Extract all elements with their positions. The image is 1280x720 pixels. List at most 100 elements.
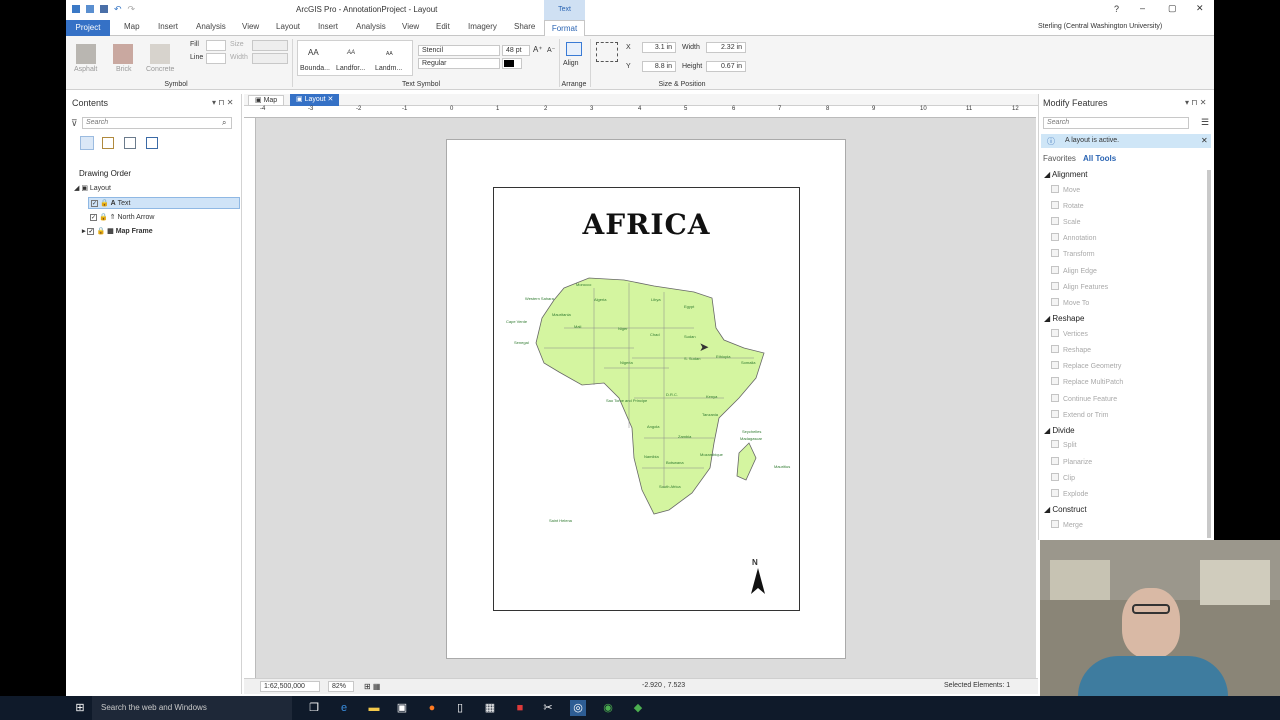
tab-edit[interactable]: Edit <box>436 22 450 31</box>
tool-move[interactable]: Move <box>1051 185 1080 194</box>
app-icon[interactable]: ◆ <box>630 700 646 716</box>
width-input[interactable] <box>252 53 288 64</box>
font-size-dropdown[interactable]: 48 pt <box>502 45 530 56</box>
swatch-brick[interactable] <box>113 44 133 64</box>
north-arrow-icon[interactable] <box>750 568 766 596</box>
minimize-icon[interactable]: – <box>1140 3 1145 13</box>
tab-format[interactable]: Format <box>544 20 585 36</box>
tool-move-to[interactable]: Move To <box>1051 298 1089 307</box>
favorites-link[interactable]: Favorites <box>1043 154 1076 163</box>
grid-icon[interactable]: ⊞ ▦ <box>364 682 380 691</box>
tab-map-view[interactable]: ▣ Map <box>248 95 285 106</box>
windows-start-icon[interactable]: ⊞ <box>72 700 88 716</box>
contents-search-input[interactable]: Search <box>82 117 232 129</box>
align-button[interactable]: Align <box>563 60 579 67</box>
tab-insert-2[interactable]: Insert <box>318 22 338 31</box>
gallery-item-2[interactable]: Landfor... <box>336 65 365 72</box>
text-symbol-gallery[interactable]: AA Bounda... AA Landfor... AA Landm... <box>297 40 413 76</box>
map-title[interactable]: AFRICA <box>494 208 799 241</box>
notepad-icon[interactable]: ▯ <box>452 700 468 716</box>
tab-map[interactable]: Map <box>124 22 140 31</box>
data-source-icon[interactable] <box>124 137 136 149</box>
tool-transform[interactable]: Transform <box>1051 249 1095 258</box>
maximize-icon[interactable]: ▢ <box>1168 3 1177 14</box>
open-icon[interactable] <box>86 5 94 13</box>
store-icon[interactable]: ▣ <box>394 700 410 716</box>
section-alignment[interactable]: ◢ Alignment <box>1044 170 1088 179</box>
taskbar-search[interactable]: Search the web and Windows <box>92 696 292 720</box>
scale-dropdown[interactable]: 1:62,500,000 <box>260 681 320 692</box>
tab-insert[interactable]: Insert <box>158 22 178 31</box>
tool-merge[interactable]: Merge <box>1051 520 1083 529</box>
tool-align-edge[interactable]: Align Edge <box>1051 266 1097 275</box>
tool-replace-geometry[interactable]: Replace Geometry <box>1051 361 1121 370</box>
fill-color-picker[interactable] <box>206 40 226 51</box>
tool-planarize[interactable]: Planarize <box>1051 457 1092 466</box>
font-color-picker[interactable] <box>502 58 522 69</box>
filter-icon[interactable]: ⊽ <box>71 118 78 129</box>
tab-layout-view[interactable]: ▣ Layout ✕ <box>290 94 340 106</box>
tool-continue-feature[interactable]: Continue Feature <box>1051 394 1117 403</box>
font-style-dropdown[interactable]: Regular <box>418 58 500 69</box>
task-view-icon[interactable]: ❐ <box>306 700 322 716</box>
snapping-view-icon[interactable] <box>146 137 158 149</box>
modify-search-input[interactable]: Search <box>1043 117 1189 129</box>
acrobat-icon[interactable]: ■ <box>512 700 528 716</box>
redo-icon[interactable]: ↷ <box>128 5 136 15</box>
layer-north-arrow-row[interactable]: ✓ 🔒 ⇑ North Arrow <box>90 212 154 224</box>
all-tools-link[interactable]: All Tools <box>1083 154 1116 163</box>
tool-split[interactable]: Split <box>1051 440 1077 449</box>
height-input[interactable]: 0.67 in <box>706 61 746 72</box>
tab-view-2[interactable]: View <box>402 22 419 31</box>
edge-icon[interactable]: e <box>336 700 352 716</box>
quick-access-toolbar[interactable]: ↶ ↷ <box>72 5 152 15</box>
selection-view-icon[interactable] <box>102 137 114 149</box>
align-icon[interactable] <box>566 42 582 56</box>
drawing-order-icon[interactable] <box>80 136 94 150</box>
tool-align-features[interactable]: Align Features <box>1051 282 1108 291</box>
section-construct[interactable]: ◢ Construct <box>1044 505 1087 514</box>
file-explorer-icon[interactable]: ▬ <box>366 700 382 716</box>
map-frame[interactable]: AFRICA Algeria Libya Egypt Mali Niger Ch… <box>493 187 800 611</box>
modify-pane-options-icon[interactable]: ▾ ⊓ ✕ <box>1185 98 1206 107</box>
tool-extend-trim[interactable]: Extend or Trim <box>1051 410 1109 419</box>
close-notice-icon[interactable]: ✕ <box>1201 136 1208 145</box>
snipping-icon[interactable]: ✂ <box>540 700 556 716</box>
gallery-item-1[interactable]: Bounda... <box>300 65 330 72</box>
tab-view[interactable]: View <box>242 22 259 31</box>
pane-options-icon[interactable]: ▾ ⊓ ✕ <box>212 98 233 107</box>
swatch-asphalt[interactable] <box>76 44 96 64</box>
tool-clip[interactable]: Clip <box>1051 473 1075 482</box>
chrome-icon[interactable]: ◉ <box>600 700 616 716</box>
grow-font-icon[interactable]: A⁺ <box>533 45 543 54</box>
layout-node[interactable]: ◢ ▣ Layout <box>74 183 111 195</box>
save-icon[interactable] <box>100 5 108 13</box>
size-input[interactable] <box>252 40 288 51</box>
tab-share[interactable]: Share <box>514 22 535 31</box>
x-input[interactable]: 3.1 in <box>642 42 676 53</box>
gallery-item-3[interactable]: Landm... <box>375 65 402 72</box>
calculator-icon[interactable]: ▦ <box>482 700 498 716</box>
help-icon[interactable]: ? <box>1114 4 1119 14</box>
section-divide[interactable]: ◢ Divide <box>1044 426 1075 435</box>
section-reshape[interactable]: ◢ Reshape <box>1044 314 1084 323</box>
swatch-concrete[interactable] <box>150 44 170 64</box>
tab-layout[interactable]: Layout <box>276 22 300 31</box>
layer-map-frame-row[interactable]: ▸ ✓ 🔒 ▦ Map Frame <box>82 226 153 238</box>
undo-icon[interactable]: ↶ <box>114 5 122 15</box>
menu-icon[interactable]: ☰ <box>1201 117 1209 128</box>
arcgis-pro-icon[interactable]: ◎ <box>570 700 586 716</box>
tool-scale[interactable]: Scale <box>1051 217 1081 226</box>
shrink-font-icon[interactable]: A⁻ <box>547 46 555 54</box>
width-input-pos[interactable]: 2.32 in <box>706 42 746 53</box>
tool-rotate[interactable]: Rotate <box>1051 201 1084 210</box>
y-input[interactable]: 8.8 in <box>642 61 676 72</box>
font-name-dropdown[interactable]: Stencil <box>418 45 500 56</box>
tab-analysis[interactable]: Analysis <box>196 22 226 31</box>
layout-canvas[interactable]: -4 -3 -2 -1 0 1 2 3 4 5 6 7 8 9 10 11 12… <box>244 106 1036 678</box>
close-icon[interactable]: ✕ <box>1196 3 1204 14</box>
anchor-icon[interactable] <box>596 42 618 62</box>
user-account[interactable]: Sterling (Central Washington University) <box>1038 23 1162 30</box>
tool-annotation[interactable]: Annotation <box>1051 233 1096 242</box>
tool-replace-multipatch[interactable]: Replace MultiPatch <box>1051 377 1123 386</box>
